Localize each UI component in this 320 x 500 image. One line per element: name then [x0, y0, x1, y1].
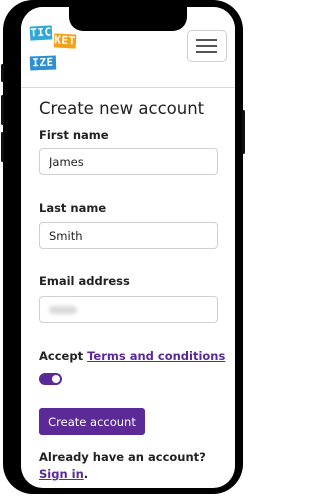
- signin-suffix: .: [83, 467, 89, 481]
- logo-tile: IZE: [29, 55, 57, 71]
- phone-side-button: [1, 64, 4, 82]
- phone-side-button: [1, 132, 4, 162]
- first-name-label: First name: [39, 128, 109, 142]
- blurred-email-value: [49, 306, 77, 314]
- hamburger-icon: [196, 39, 217, 41]
- create-account-button[interactable]: Create account: [39, 408, 145, 435]
- last-name-label: Last name: [39, 201, 107, 215]
- logo-tile: TIC: [29, 25, 53, 41]
- ticketize-logo[interactable]: TIC KET IZE: [29, 25, 82, 74]
- signin-question: Already have an account?: [39, 450, 206, 464]
- hamburger-icon: [196, 51, 217, 53]
- email-label: Email address: [39, 274, 130, 288]
- logo-tile: KET: [53, 33, 77, 49]
- page-title: Create new account: [39, 99, 205, 118]
- phone-side-button: [1, 95, 4, 125]
- hamburger-icon: [196, 45, 217, 47]
- accept-terms-toggle[interactable]: [39, 373, 62, 385]
- toggle-knob: [52, 375, 60, 383]
- phone-side-button: [242, 110, 245, 154]
- phone-notch: [69, 7, 187, 31]
- email-input[interactable]: [39, 296, 218, 323]
- last-name-input[interactable]: [39, 222, 218, 249]
- terms-link[interactable]: Terms and conditions: [87, 349, 225, 363]
- first-name-input[interactable]: [39, 148, 218, 175]
- menu-toggle-button[interactable]: [187, 30, 227, 62]
- app-screen: TIC KET IZE Create new account First nam…: [21, 7, 235, 488]
- terms-label: Accept Terms and conditions: [39, 349, 225, 363]
- logo-row: IZE: [29, 55, 57, 71]
- phone-frame: TIC KET IZE Create new account First nam…: [1, 0, 245, 494]
- signin-link[interactable]: Sign in: [39, 467, 84, 481]
- logo-row: TIC KET: [29, 25, 77, 49]
- terms-prefix: Accept: [39, 349, 88, 363]
- signin-prompt: Already have an account? Sign in.: [39, 449, 206, 483]
